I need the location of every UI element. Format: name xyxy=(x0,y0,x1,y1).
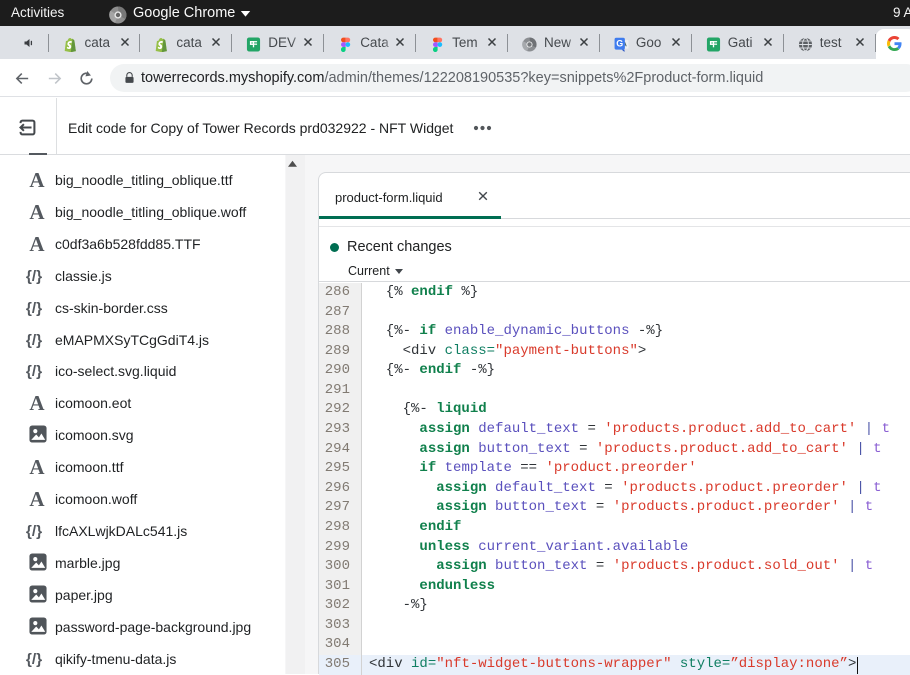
svg-text:G: G xyxy=(616,39,623,49)
